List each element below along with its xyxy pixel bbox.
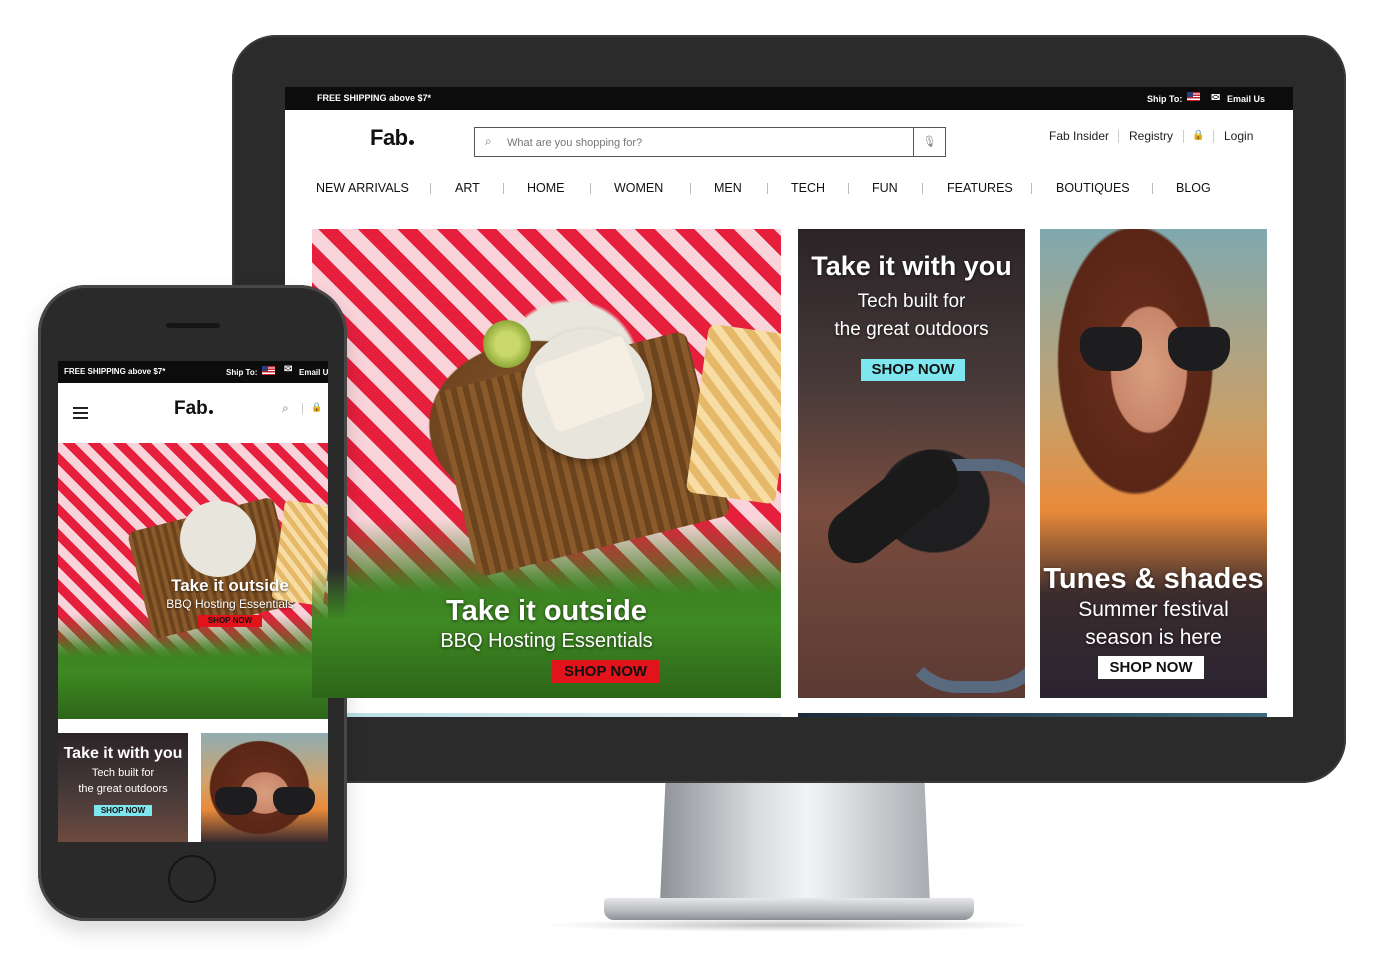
promo-tile-shades[interactable]: Tunes & shades Summer festival season is… <box>1040 229 1267 698</box>
header-divider <box>1213 130 1214 143</box>
picnic-title: Take it outside <box>171 576 289 595</box>
us-flag-icon[interactable] <box>1187 92 1200 101</box>
ship-to-label[interactable]: Ship To: <box>226 368 257 377</box>
shades-title: Tunes & shades <box>1043 563 1264 595</box>
logo-dot <box>408 140 414 145</box>
nav-men[interactable]: MEN <box>714 181 742 195</box>
bike-subtitle: Tech built for <box>91 767 155 779</box>
nav-boutiques[interactable]: BOUTIQUES <box>1056 181 1130 195</box>
nav-tech[interactable]: TECH <box>791 181 825 195</box>
picnic-subtitle: BBQ Hosting Essentials <box>440 630 653 652</box>
logo-text: Fab <box>174 398 208 419</box>
free-shipping-text: FREE SHIPPING above $7* <box>64 367 166 376</box>
logo-dot <box>208 410 213 414</box>
next-row-tile[interactable] <box>312 713 781 717</box>
nav-blog[interactable]: BLOG <box>1176 181 1211 195</box>
promo-tile-picnic[interactable]: Take it outside BBQ Hosting Essentials S… <box>312 229 781 698</box>
shop-now-button[interactable]: SHOP NOW <box>1098 656 1204 679</box>
shop-now-button[interactable]: SHOP NOW <box>861 359 965 381</box>
ship-to-label[interactable]: Ship To: <box>1147 94 1182 104</box>
mobile-promo-bar: FREE SHIPPING above $7* Ship To: ✉ Email… <box>58 361 328 383</box>
picnic-title: Take it outside <box>446 595 647 627</box>
nav-home[interactable]: HOME <box>527 181 565 195</box>
nav-divider <box>767 183 768 194</box>
header-divider <box>302 403 303 414</box>
next-row-tile[interactable] <box>798 713 1267 717</box>
monitor-shadow <box>540 918 1040 932</box>
nav-divider <box>590 183 591 194</box>
free-shipping-text: FREE SHIPPING above $7* <box>317 93 432 103</box>
nav-divider <box>1031 183 1032 194</box>
header-divider <box>1118 130 1119 143</box>
mobile-promo-tile-bike[interactable]: Take it with you Tech built for the grea… <box>58 733 188 842</box>
hamburger-menu-icon[interactable] <box>73 407 88 422</box>
sunglasses-image <box>215 787 315 815</box>
bike-subtitle: the great outdoors <box>834 319 989 340</box>
desktop-screen: FREE SHIPPING above $7* Ship To: ✉ Email… <box>285 87 1293 717</box>
lock-icon[interactable]: 🔒 <box>311 402 322 413</box>
grapes-image <box>477 319 537 369</box>
us-flag-icon[interactable] <box>262 366 275 375</box>
sunglasses-image <box>1080 327 1230 373</box>
nav-women[interactable]: WOMEN <box>614 181 663 195</box>
bike-title: Take it with you <box>811 251 1012 281</box>
phone-earpiece <box>166 323 220 328</box>
nav-divider <box>430 183 431 194</box>
search-icon[interactable]: ⌕ <box>282 401 289 416</box>
nav-art[interactable]: ART <box>455 181 480 195</box>
nav-fun[interactable]: FUN <box>872 181 898 195</box>
shades-subtitle: Summer festival <box>1078 598 1229 621</box>
bike-subtitle: the great outdoors <box>78 783 168 795</box>
bike-subtitle: Tech built for <box>857 291 966 312</box>
shop-now-button[interactable]: SHOP NOW <box>198 615 262 627</box>
nav-divider <box>848 183 849 194</box>
top-promo-bar: FREE SHIPPING above $7* Ship To: ✉ Email… <box>285 87 1293 110</box>
fab-logo[interactable]: Fab <box>174 398 213 420</box>
mobile-promo-tile-shades[interactable] <box>201 733 328 842</box>
lock-icon: 🔒 <box>1192 130 1205 141</box>
promo-tile-bike[interactable]: Take it with you Tech built for the grea… <box>798 229 1025 698</box>
email-us-link[interactable]: Email Us <box>299 368 328 377</box>
login-link[interactable]: Login <box>1224 129 1253 143</box>
header-divider <box>1183 130 1184 143</box>
nav-divider <box>503 183 504 194</box>
shop-now-button[interactable]: SHOP NOW <box>94 805 152 816</box>
nav-divider <box>922 183 923 194</box>
registry-link[interactable]: Registry <box>1129 129 1173 143</box>
shades-subtitle: season is here <box>1085 626 1222 649</box>
bike-title: Take it with you <box>63 745 183 762</box>
monitor-stand-base <box>604 898 974 920</box>
mail-icon[interactable]: ✉ <box>1211 91 1220 104</box>
search-bar: ⌕ 🎙 <box>474 127 946 157</box>
monitor-stand-neck <box>660 783 930 903</box>
fab-logo[interactable]: Fab <box>370 125 414 151</box>
phone-home-button[interactable] <box>168 855 216 903</box>
nav-new-arrivals[interactable]: NEW ARRIVALS <box>316 181 409 195</box>
search-icon[interactable]: ⌕ <box>485 134 492 149</box>
nav-features[interactable]: FEATURES <box>947 181 1013 195</box>
mail-icon[interactable]: ✉ <box>284 364 292 375</box>
email-us-link[interactable]: Email Us <box>1227 94 1265 104</box>
search-input[interactable] <box>505 132 899 154</box>
nav-divider <box>1152 183 1153 194</box>
shop-now-button[interactable]: SHOP NOW <box>552 660 659 683</box>
nav-divider <box>690 183 691 194</box>
plate-image <box>180 501 256 577</box>
grass-image <box>58 639 328 719</box>
pie-image <box>685 323 781 505</box>
picnic-subtitle: BBQ Hosting Essentials <box>166 597 294 611</box>
logo-text: Fab <box>370 125 408 150</box>
microphone-icon[interactable]: 🎙 <box>913 128 945 156</box>
fab-insider-link[interactable]: Fab Insider <box>1049 129 1109 143</box>
mobile-screen: FREE SHIPPING above $7* Ship To: ✉ Email… <box>58 361 328 842</box>
